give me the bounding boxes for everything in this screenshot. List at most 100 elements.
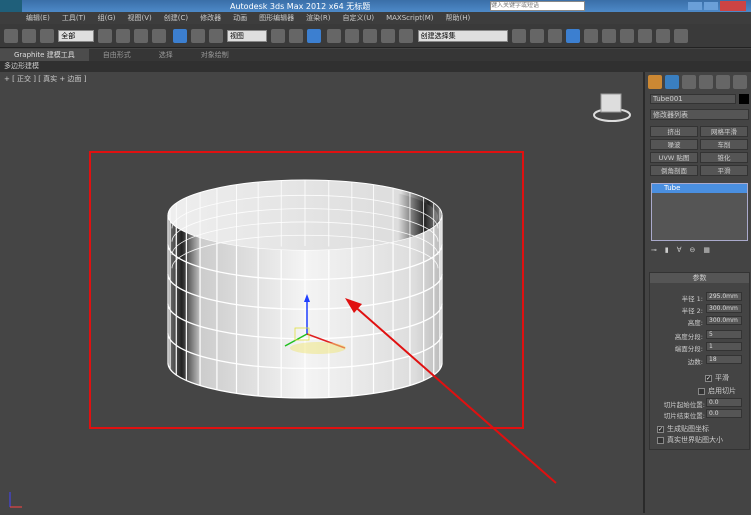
param-label: 端面分段: — [674, 345, 703, 353]
window-crossing-icon[interactable] — [152, 29, 167, 43]
make-unique-icon[interactable]: ∀ — [677, 246, 682, 256]
gen-map-label: 生成贴图坐标 — [667, 425, 709, 433]
search-input[interactable] — [490, 1, 585, 11]
curve-editor-icon[interactable] — [583, 29, 598, 43]
unlink-icon[interactable] — [22, 29, 36, 43]
param-field[interactable]: 300.0mm — [706, 304, 742, 313]
minimize-button[interactable] — [688, 2, 702, 10]
bind-space-warp-icon[interactable] — [40, 29, 54, 43]
ribbon-subbar[interactable]: 多边形建模 — [0, 61, 751, 72]
viewport-label[interactable]: + [ 正交 ] [ 真实 + 边面 ] — [4, 74, 86, 84]
mod-uvw-button[interactable]: UVW 贴图 — [650, 152, 698, 163]
smooth-checkbox[interactable]: ✓ 平滑 — [705, 373, 729, 383]
graphite-toggle-icon[interactable] — [565, 29, 580, 43]
tube-object[interactable] — [167, 179, 443, 399]
mod-noise-button[interactable]: 噪波 — [650, 139, 698, 150]
edit-named-sel-icon[interactable] — [399, 29, 414, 43]
param-field[interactable]: 18 — [706, 355, 742, 364]
manipulate-icon[interactable] — [289, 29, 304, 43]
motion-tab-icon[interactable] — [699, 75, 713, 89]
menu-group[interactable]: 组(G) — [98, 14, 116, 22]
stack-item-tube[interactable]: Tube — [652, 184, 747, 193]
param-field[interactable]: 295.0mm — [706, 292, 742, 301]
mod-taper-button[interactable]: 锥化 — [700, 152, 748, 163]
object-color-swatch[interactable] — [739, 94, 749, 104]
mod-extrude-button[interactable]: 挤出 — [650, 126, 698, 137]
param-field[interactable]: 1 — [706, 342, 742, 351]
slice-on-checkbox[interactable]: 启用切片 — [698, 386, 736, 396]
align-icon[interactable] — [529, 29, 544, 43]
param-label: 半径 1: — [681, 295, 703, 303]
slice-to-field[interactable]: 0.0 — [706, 409, 742, 418]
modifier-list-dropdown[interactable]: 修改器列表 — [650, 109, 749, 120]
object-name-field[interactable]: Tube001 — [650, 94, 736, 104]
mod-smooth-button[interactable]: 平滑 — [700, 165, 748, 176]
menu-animation[interactable]: 动画 — [233, 14, 247, 22]
create-tab-icon[interactable] — [648, 75, 662, 89]
layer-icon[interactable] — [547, 29, 562, 43]
rect-selection-icon[interactable] — [134, 29, 149, 43]
param-label: 边数: — [687, 358, 703, 366]
mod-bevel-profile-button[interactable]: 倒角剖面 — [650, 165, 698, 176]
ref-coord-dropdown[interactable]: 视图 — [226, 30, 267, 42]
menu-customize[interactable]: 自定义(U) — [342, 14, 374, 22]
rotate-icon[interactable] — [190, 29, 205, 43]
named-selection-dropdown[interactable]: 创建选择集 — [417, 30, 508, 42]
display-tab-icon[interactable] — [716, 75, 730, 89]
slice-to-label: 切片结束位置: — [663, 412, 705, 420]
hierarchy-tab-icon[interactable] — [682, 75, 696, 89]
main-toolbar: 全部 视图 创建选择集 — [0, 24, 751, 48]
menu-maxscript[interactable]: MAXScript(M) — [386, 14, 433, 22]
menu-rendering[interactable]: 渲染(R) — [306, 14, 330, 22]
render-teapot-icon[interactable] — [673, 29, 688, 43]
maximize-button[interactable] — [704, 2, 718, 10]
close-button[interactable] — [720, 1, 746, 11]
percent-snap-icon[interactable] — [363, 29, 378, 43]
remove-modifier-icon[interactable]: ⊖ — [690, 246, 696, 256]
slice-from-field[interactable]: 0.0 — [706, 398, 742, 407]
modify-tab-icon[interactable] — [665, 75, 679, 89]
configure-sets-icon[interactable]: ▦ — [703, 246, 710, 256]
material-editor-icon[interactable] — [619, 29, 634, 43]
real-world-map-checkbox[interactable]: 真实世界贴图大小 — [657, 435, 723, 445]
menu-modifiers[interactable]: 修改器 — [200, 14, 221, 22]
rollout-title: 参数 — [692, 274, 707, 282]
scale-icon[interactable] — [208, 29, 223, 43]
schematic-view-icon[interactable] — [601, 29, 616, 43]
link-icon[interactable] — [4, 29, 18, 43]
menu-graph-editors[interactable]: 图形编辑器 — [259, 14, 294, 22]
tab-graphite[interactable]: Graphite 建模工具 — [0, 49, 89, 61]
angle-snap-icon[interactable] — [345, 29, 360, 43]
rollout-header[interactable]: 参数 — [650, 273, 749, 283]
mirror-icon[interactable] — [511, 29, 526, 43]
mod-meshsmooth-button[interactable]: 网格平滑 — [700, 126, 748, 137]
tab-freeform[interactable]: 自由形式 — [89, 49, 145, 61]
param-field[interactable]: 300.0mm — [706, 316, 742, 325]
select-object-icon[interactable] — [98, 29, 113, 43]
menu-tools[interactable]: 工具(T) — [62, 14, 86, 22]
move-icon[interactable] — [172, 29, 187, 43]
viewcube[interactable] — [593, 93, 631, 122]
snap-icon[interactable] — [327, 29, 342, 43]
render-setup-icon[interactable] — [637, 29, 652, 43]
command-panel: Tube001 修改器列表 挤出 网格平滑 噪波 车削 UVW 贴图 锥化 倒角… — [643, 72, 751, 513]
gen-map-coords-checkbox[interactable]: ✓ 生成贴图坐标 — [657, 424, 709, 434]
menu-views[interactable]: 视图(V) — [128, 14, 152, 22]
spinner-snap-icon[interactable] — [381, 29, 396, 43]
tab-selection[interactable]: 选择 — [145, 49, 187, 61]
viewport[interactable] — [0, 72, 643, 513]
pivot-icon[interactable] — [271, 29, 286, 43]
select-by-name-icon[interactable] — [116, 29, 131, 43]
param-field[interactable]: 5 — [706, 330, 742, 339]
menu-help[interactable]: 帮助(H) — [446, 14, 471, 22]
pin-stack-icon[interactable]: ⊸ — [651, 246, 657, 256]
utilities-tab-icon[interactable] — [733, 75, 747, 89]
show-end-result-icon[interactable]: ▮ — [665, 246, 669, 256]
menu-create[interactable]: 创建(C) — [164, 14, 188, 22]
rendered-frame-icon[interactable] — [655, 29, 670, 43]
keyboard-shortcut-icon[interactable] — [307, 29, 322, 43]
selection-filter-dropdown[interactable]: 全部 — [58, 30, 95, 42]
menu-edit[interactable]: 编辑(E) — [26, 14, 50, 22]
tab-object-paint[interactable]: 对象绘制 — [187, 49, 243, 61]
mod-lathe-button[interactable]: 车削 — [700, 139, 748, 150]
